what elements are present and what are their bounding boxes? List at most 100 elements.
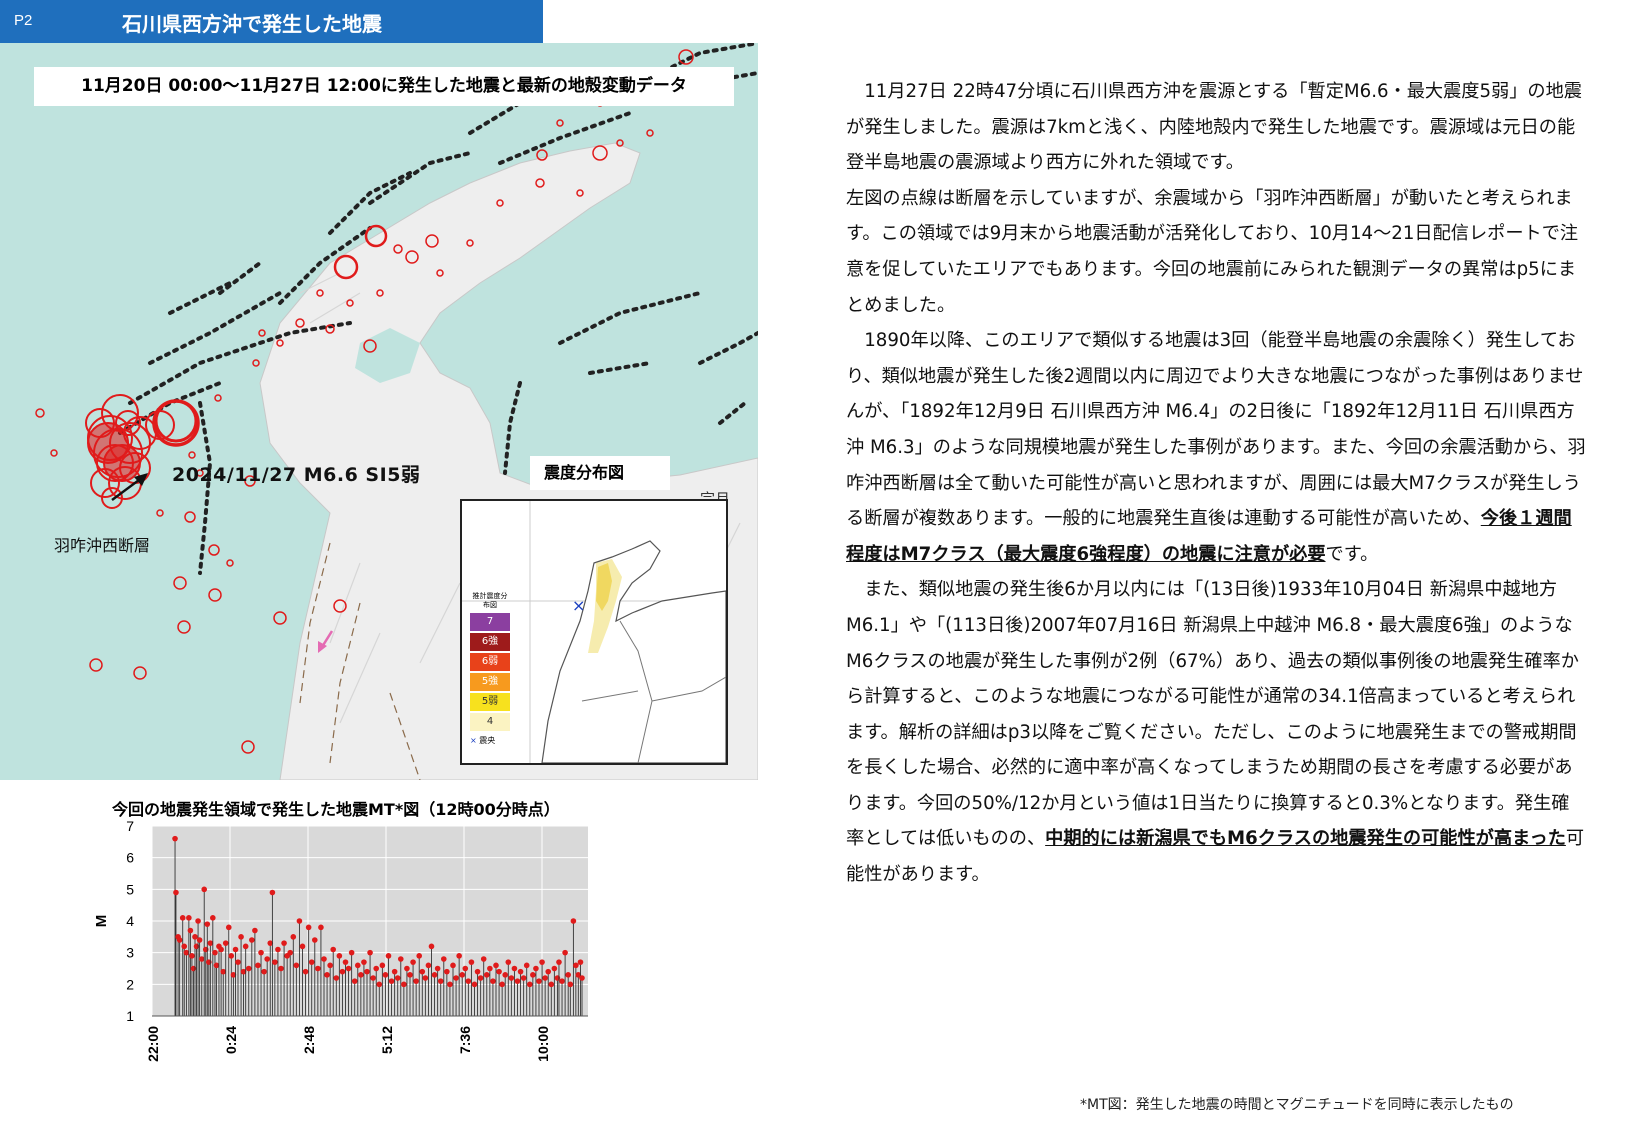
data-point <box>490 978 496 984</box>
data-point <box>173 889 179 896</box>
paragraph-4-text: また、類似地震の発生後6か月以内には「(13日後)1933年10月04日 新潟県… <box>846 579 1579 850</box>
data-point <box>385 953 392 959</box>
y-tick-label: 6 <box>126 850 134 866</box>
data-point <box>468 959 475 965</box>
data-point <box>176 937 183 943</box>
data-point <box>523 962 530 969</box>
data-point <box>249 937 255 943</box>
data-point <box>536 978 542 984</box>
data-point <box>354 962 361 969</box>
data-point <box>526 981 533 988</box>
paragraph-2: 左図の点線は断層を示していますが、余震域から「羽咋沖西断層」が動いたと考えられま… <box>846 187 1579 316</box>
data-point <box>477 975 484 981</box>
data-point <box>376 981 383 988</box>
data-point <box>311 937 318 943</box>
x-tick-label: 22:00 <box>145 1026 161 1062</box>
data-point <box>187 927 194 934</box>
paragraph-4-emphasis: 中期的には新潟県でもM6クラスの地震発生の可能性が高まった <box>1045 828 1566 850</box>
legend-item-6-upper: 6強 <box>470 633 510 651</box>
x-tick-label: 5:12 <box>379 1026 395 1054</box>
data-point <box>514 978 521 984</box>
data-point <box>336 953 343 959</box>
data-point <box>348 949 355 956</box>
data-point <box>296 918 303 924</box>
data-point <box>404 965 410 972</box>
data-point <box>290 934 297 940</box>
data-point <box>450 962 456 969</box>
data-point <box>264 956 270 962</box>
data-point <box>302 968 309 975</box>
data-point <box>456 953 462 959</box>
data-point <box>548 981 555 988</box>
fault-label: 羽咋沖西断層 <box>54 536 151 555</box>
data-point <box>293 962 300 969</box>
data-point <box>474 968 481 975</box>
data-point <box>255 962 261 969</box>
data-point <box>539 959 545 965</box>
data-point <box>324 972 330 978</box>
legend-item-4: 4 <box>470 713 510 731</box>
mt-chart: 1 2 3 4 5 6 7 22:00 0:24 2:48 5:12 7:36 10:00 M <box>93 820 588 1062</box>
x-tick-label: 0:24 <box>223 1026 239 1054</box>
data-point <box>195 918 201 924</box>
data-point <box>278 965 284 972</box>
page-title: 石川県西方沖で発生した地震 <box>122 12 382 36</box>
data-point <box>333 975 340 981</box>
data-point <box>198 956 205 962</box>
legend-item-5-lower: 5弱 <box>470 693 510 711</box>
data-point <box>225 924 232 931</box>
data-point <box>508 975 515 981</box>
y-tick-label: 4 <box>126 913 134 929</box>
data-point <box>272 959 278 965</box>
data-point <box>407 972 413 978</box>
data-point <box>459 972 466 978</box>
data-point <box>511 965 518 972</box>
legend-item-7: 7 <box>470 613 510 631</box>
article-body: 11月27日 22時47分頃に石川県西方沖を震源とする「暫定M6.6・最大震度5… <box>846 74 1586 893</box>
x-tick-label: 2:48 <box>301 1026 317 1054</box>
data-point <box>204 921 211 927</box>
footnote: *MT図：発生した地震の時間とマグニチュードを同時に表示したもの <box>1080 1097 1514 1113</box>
data-point <box>391 968 398 975</box>
page-number: P2 <box>14 12 33 29</box>
data-point <box>462 965 469 972</box>
data-point <box>388 978 395 984</box>
data-point <box>562 949 568 956</box>
data-point <box>573 962 579 969</box>
legend-item-6-lower: 6弱 <box>470 653 510 671</box>
data-point <box>189 953 195 959</box>
paragraph-3-end: です。 <box>1325 543 1379 565</box>
data-point <box>351 978 358 984</box>
data-point <box>258 949 264 956</box>
data-point <box>382 972 389 978</box>
data-point <box>367 949 373 956</box>
data-point <box>502 972 509 978</box>
data-point <box>245 965 252 972</box>
paragraph-1: 11月27日 22時47分頃に石川県西方沖を震源とする「暫定M6.6・最大震度5… <box>846 81 1582 174</box>
data-point <box>361 959 367 965</box>
data-point <box>471 981 478 988</box>
data-point <box>551 965 558 972</box>
legend-epicenter: × 震央 <box>470 735 510 747</box>
chart-title: 今回の地震発生領域で発生した地震MT*図（12時00分時点） <box>112 800 560 819</box>
page-header: P2 石川県西方沖で発生した地震 <box>0 0 543 43</box>
map-subtitle: 11月20日 00:00～11月27日 12:00に発生した地震と最新の地殻変動… <box>34 67 734 106</box>
data-point <box>559 978 565 984</box>
data-point <box>181 943 188 950</box>
data-point <box>330 946 337 953</box>
data-point <box>179 915 186 921</box>
data-point <box>345 965 352 972</box>
data-point <box>444 968 450 975</box>
data-point <box>480 956 487 962</box>
data-point <box>379 962 386 969</box>
legend-epicenter-label: 震央 <box>479 736 496 745</box>
data-point <box>397 956 404 962</box>
data-point <box>465 978 472 984</box>
y-tick-label: 1 <box>126 1008 134 1024</box>
inset-title: 震度分布図 <box>530 456 670 490</box>
data-point <box>269 889 276 896</box>
data-point <box>261 968 267 975</box>
data-point <box>228 953 235 959</box>
data-point <box>242 943 249 950</box>
data-point <box>315 965 321 972</box>
